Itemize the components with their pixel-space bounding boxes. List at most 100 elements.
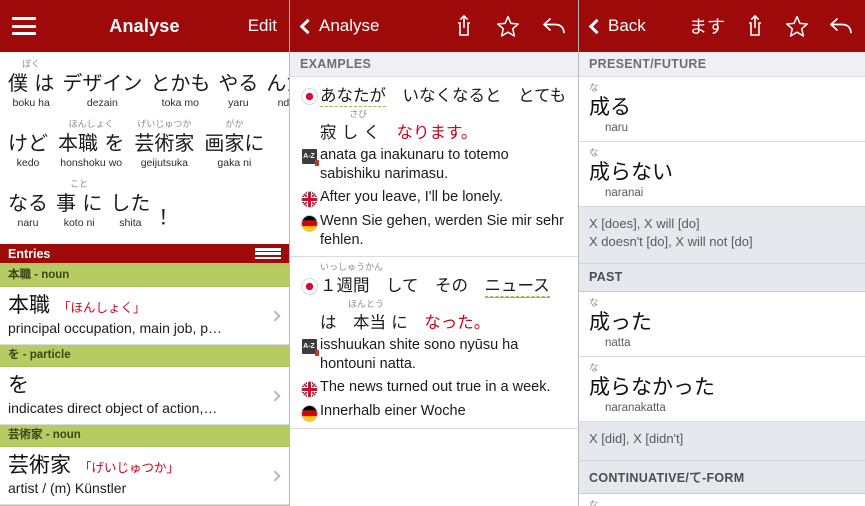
token[interactable]: ほんしょく 本職 を honshoku wo (58, 120, 124, 170)
share-icon[interactable] (745, 14, 765, 38)
navbar-conjugations: Back ます (579, 0, 865, 52)
entry-row[interactable]: を indicates direct object of action,… (0, 367, 289, 425)
explanation-line: X [does], X will [do] (589, 216, 700, 231)
token-japanese: 画家に (204, 131, 265, 155)
entry-reading: 「ほんしょく」 (58, 300, 146, 315)
furigana-wrap: ほんとうは 本当 に (320, 300, 425, 334)
panel-conjugations: Back ます PRESENT/FUTURE な 成る naru な 成らない … (578, 0, 865, 506)
page-title: Analyse (109, 15, 180, 36)
conjugation-row[interactable]: な 成って (579, 494, 865, 506)
hamburger-menu-icon[interactable] (12, 17, 36, 35)
furigana: な (589, 500, 599, 506)
jp-part: 寂 し く (320, 123, 397, 142)
conjugation-romaji: naranai (605, 187, 644, 199)
entry-word: 芸術家 (8, 453, 71, 477)
star-icon[interactable] (785, 15, 809, 38)
example-block[interactable]: いっしゅうかん １週間 して その ニュース ほんとうは 本当 に なった。 A-… (290, 257, 578, 429)
token[interactable]: がか 画家に gaka ni (204, 120, 264, 170)
example-romaji: anata ga inakunaru to totemo sabishiku n… (320, 147, 509, 182)
token-japanese: デザイン (62, 71, 143, 95)
example-german-line: Innerhalb einer Woche (290, 400, 578, 424)
entry-section-header: 芸術家 - noun (0, 425, 289, 447)
conjugation-row[interactable]: な 成らない naranai (579, 142, 865, 207)
edit-button[interactable]: Edit (248, 16, 277, 36)
token[interactable]: デザイン dezain (62, 60, 142, 110)
example-german-line: Wenn Sie gehen, werden Sie mir sehr fehl… (290, 210, 578, 252)
sentence-row: x なる naru こと 事 に koto ni x した shita x ！ (8, 180, 281, 230)
furigana: な (589, 298, 599, 309)
token-japanese: 芸術家 (134, 131, 195, 155)
furigana: こと (70, 180, 89, 190)
jp-part: は 本当 に (320, 313, 425, 332)
entry-definition: indicates direct object of action,… (8, 400, 218, 416)
entry-section-header: を - particle (0, 345, 289, 367)
token-romaji: geijutsuka (140, 157, 188, 169)
example-english-line: After you leave, I'll be lonely. (290, 186, 578, 210)
japan-flag-icon (298, 278, 320, 295)
chevron-right-icon (269, 389, 281, 402)
germany-flag-icon (298, 215, 320, 232)
masu-form-button[interactable]: ます (689, 13, 725, 39)
entry-section-header: 本職 - noun (0, 265, 289, 287)
entries-bar: Entries (0, 244, 289, 265)
furigana-wrap: さび寂 し く (320, 110, 397, 144)
chevron-right-icon (269, 469, 281, 482)
reply-undo-icon[interactable] (829, 16, 853, 36)
conjugation-explanation: X [does], X will [do] X doesn't [do], X … (579, 207, 865, 264)
entry-reading: 「げいじゅつか」 (79, 460, 180, 475)
conjugation-row[interactable]: な 成る naru (579, 77, 865, 142)
highlighted-word[interactable]: あなたが (320, 86, 386, 107)
token[interactable]: x なる naru (8, 180, 48, 230)
conjugation-section-header: PRESENT/FUTURE (579, 52, 865, 77)
jp-conjugated-part: なった。 (424, 313, 491, 332)
uk-flag-icon (298, 381, 320, 398)
token-japanese: 本職 を (58, 131, 125, 155)
examples-section-header: EXAMPLES (290, 52, 578, 77)
germany-flag-icon (298, 405, 320, 422)
navbar-analyse: Analyse Edit (0, 0, 289, 52)
token-romaji: boku ha (12, 97, 50, 109)
entry-word: を (8, 373, 29, 397)
token-romaji: gaka ni (217, 157, 252, 169)
back-button[interactable]: Analyse (299, 16, 379, 36)
highlighted-word[interactable]: ニュース (484, 276, 550, 297)
token[interactable]: ぼく 僕 は boku ha (8, 60, 54, 110)
star-icon[interactable] (496, 15, 520, 38)
furigana: ほんとう (348, 300, 385, 310)
conjugation-row[interactable]: な 成った natta (579, 292, 865, 357)
token[interactable]: x とかも toka mo (150, 60, 210, 110)
token-romaji: yaru (228, 97, 249, 109)
token-romaji: honshoku wo (60, 157, 123, 169)
token[interactable]: x んだ nda (266, 60, 289, 110)
token[interactable]: げいじゅつか 芸術家 geijutsuka (134, 120, 194, 170)
conjugation-romaji: naranakatta (605, 402, 666, 414)
entry-row[interactable]: 芸術家 「げいじゅつか」 artist / (m) Künstler (0, 447, 289, 505)
japan-flag-icon (298, 88, 320, 105)
example-romaji-line: A-Z isshuukan shite sono nyūsu ha hontou… (290, 334, 578, 376)
example-japanese-line: いっしゅうかん １週間 して その ニュース (290, 263, 578, 299)
navbar-actions (454, 14, 566, 38)
jp-part: １週間 (320, 276, 370, 295)
example-block[interactable]: あなたが いなくなると とても さび寂 し く なります。 A-Z anata … (290, 77, 578, 257)
example-german: Wenn Sie gehen, werden Sie mir sehr fehl… (320, 213, 564, 248)
token[interactable]: x けど kedo (8, 120, 48, 170)
reply-undo-icon[interactable] (542, 16, 566, 36)
conjugation-form: 成らなかった (589, 375, 715, 399)
example-english-line: The news turned out true in a week. (290, 376, 578, 400)
token-romaji: dezain (86, 97, 118, 109)
example-jp-line2: ほんとうは 本当 に なった。 (290, 300, 578, 334)
drag-handle-icon[interactable] (255, 248, 281, 259)
furigana: ほんしょく (68, 120, 114, 130)
entry-row[interactable]: 本職 「ほんしょく」 principal occupation, main jo… (0, 287, 289, 345)
chevron-left-icon (299, 18, 316, 34)
conjugation-row[interactable]: な 成らなかった naranakatta (579, 357, 865, 422)
token[interactable]: x した shita (110, 180, 150, 230)
entries-label: Entries (8, 246, 51, 261)
back-button[interactable]: Back (588, 16, 646, 36)
token[interactable]: x やる yaru (218, 60, 258, 110)
token[interactable]: こと 事 に koto ni (56, 180, 102, 230)
share-icon[interactable] (454, 14, 474, 38)
token-japanese: ！ (158, 205, 179, 229)
furigana: な (589, 148, 599, 159)
example-english: After you leave, I'll be lonely. (320, 189, 504, 205)
